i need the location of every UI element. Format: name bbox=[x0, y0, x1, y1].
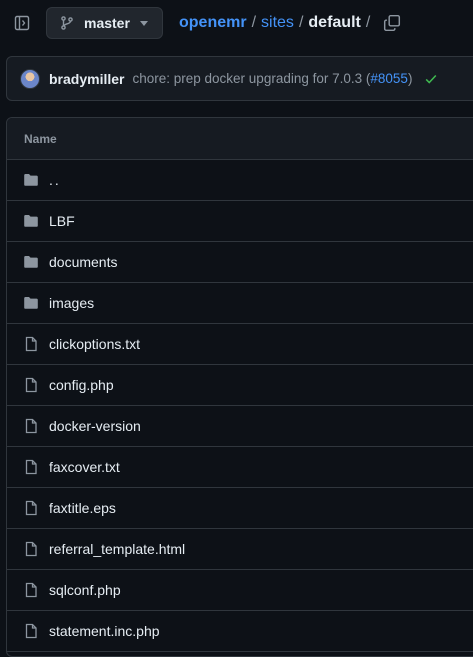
table-row[interactable]: clickoptions.txt bbox=[7, 324, 473, 365]
file-icon bbox=[23, 623, 39, 639]
breadcrumb-folder-link[interactable]: sites bbox=[261, 14, 294, 32]
file-icon bbox=[23, 500, 39, 516]
folder-icon bbox=[23, 295, 39, 311]
column-header-name: Name bbox=[24, 131, 57, 146]
breadcrumb-current: default bbox=[308, 14, 361, 31]
branch-name: master bbox=[84, 15, 130, 31]
file-icon bbox=[23, 418, 39, 434]
file-link[interactable]: referral_template.html bbox=[49, 541, 185, 557]
file-link[interactable]: faxcover.txt bbox=[49, 459, 120, 475]
file-icon bbox=[23, 459, 39, 475]
file-navigation-bar: master openemr / sites / default / bbox=[0, 0, 473, 46]
check-icon[interactable] bbox=[424, 72, 438, 86]
commit-message-text: chore: prep docker upgrading for 7.0.3 ( bbox=[132, 71, 371, 86]
folder-link[interactable]: LBF bbox=[49, 213, 75, 229]
table-row[interactable]: docker-version bbox=[7, 406, 473, 447]
file-icon bbox=[23, 377, 39, 393]
breadcrumb: openemr / sites / default / bbox=[179, 13, 375, 33]
breadcrumb-separator: / bbox=[298, 14, 304, 31]
table-row[interactable]: .. bbox=[7, 160, 473, 201]
file-link[interactable]: sqlconf.php bbox=[49, 582, 121, 598]
folder-icon bbox=[23, 213, 39, 229]
breadcrumb-separator: / bbox=[365, 14, 371, 31]
copy-path-icon[interactable] bbox=[383, 14, 401, 32]
folder-link[interactable]: images bbox=[49, 295, 94, 311]
breadcrumb-separator: / bbox=[251, 14, 257, 31]
file-icon bbox=[23, 541, 39, 557]
folder-icon bbox=[23, 254, 39, 270]
parent-directory-link[interactable]: .. bbox=[49, 172, 61, 188]
branch-selector-button[interactable]: master bbox=[46, 7, 163, 39]
file-icon bbox=[23, 336, 39, 352]
table-body: .. LBF documents images clickoptions.txt conf… bbox=[7, 160, 473, 652]
commit-author-link[interactable]: bradymiller bbox=[49, 71, 124, 87]
folder-link[interactable]: documents bbox=[49, 254, 117, 270]
table-row[interactable]: statement.inc.php bbox=[7, 611, 473, 652]
folder-icon bbox=[23, 172, 39, 188]
table-row[interactable]: images bbox=[7, 283, 473, 324]
avatar[interactable] bbox=[20, 68, 40, 89]
table-row[interactable]: config.php bbox=[7, 365, 473, 406]
commit-message-link[interactable]: chore: prep docker upgrading for 7.0.3 (… bbox=[132, 71, 412, 86]
table-row[interactable]: referral_template.html bbox=[7, 529, 473, 570]
file-link[interactable]: faxtitle.eps bbox=[49, 500, 116, 516]
file-link[interactable]: config.php bbox=[49, 377, 114, 393]
file-link[interactable]: statement.inc.php bbox=[49, 623, 160, 639]
table-row[interactable]: faxtitle.eps bbox=[7, 488, 473, 529]
breadcrumb-repo-link[interactable]: openemr bbox=[179, 14, 247, 32]
sidebar-expand-icon[interactable] bbox=[12, 13, 32, 33]
latest-commit-bar: bradymiller chore: prep docker upgrading… bbox=[6, 56, 473, 101]
chevron-down-icon bbox=[140, 21, 148, 26]
file-icon bbox=[23, 582, 39, 598]
table-row[interactable]: faxcover.txt bbox=[7, 447, 473, 488]
table-row[interactable]: sqlconf.php bbox=[7, 570, 473, 611]
file-link[interactable]: docker-version bbox=[49, 418, 141, 434]
table-row[interactable]: documents bbox=[7, 242, 473, 283]
commit-message-suffix: ) bbox=[407, 71, 413, 86]
table-header: Name bbox=[7, 118, 473, 160]
file-list-table: Name .. LBF documents images clickoptions.tx… bbox=[6, 117, 473, 657]
table-row[interactable]: LBF bbox=[7, 201, 473, 242]
pull-request-link[interactable]: #8055 bbox=[370, 71, 408, 86]
file-link[interactable]: clickoptions.txt bbox=[49, 336, 140, 352]
git-branch-icon bbox=[59, 15, 75, 31]
